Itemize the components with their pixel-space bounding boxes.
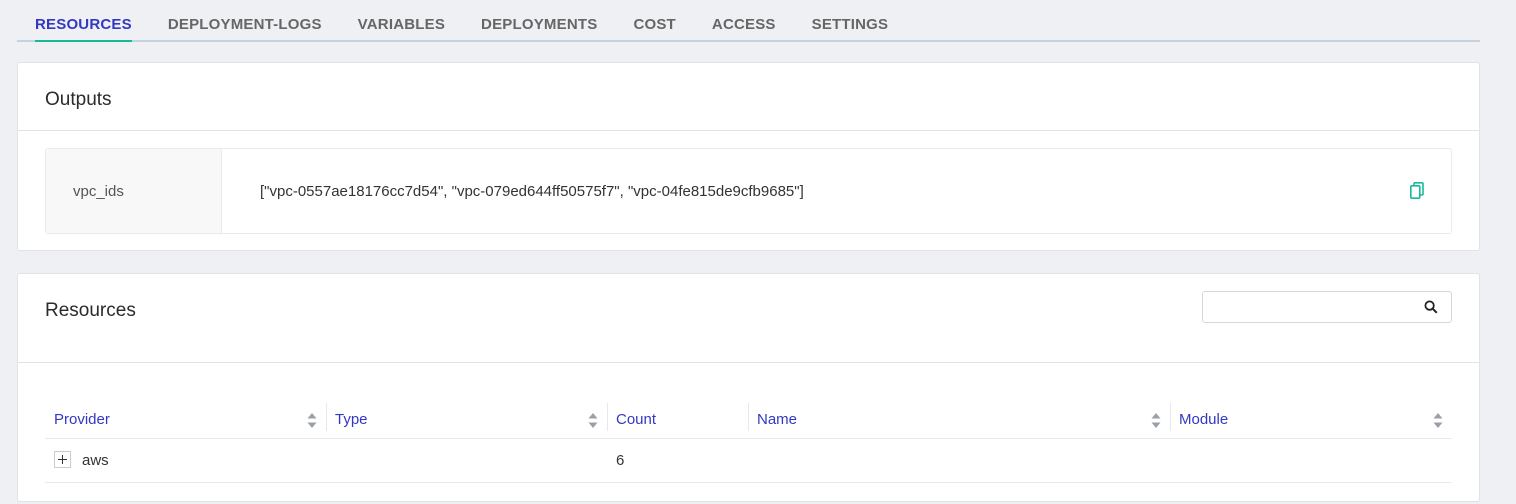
resources-table: Provider Type Count Name Module aws 6 — [45, 400, 1452, 483]
table-header: Provider Type Count Name Module — [45, 400, 1452, 439]
tab-variables[interactable]: VARIABLES — [340, 16, 463, 40]
search-input[interactable] — [1203, 292, 1413, 322]
outputs-card: Outputs vpc_ids ["vpc-0557ae18176cc7d54"… — [17, 62, 1480, 251]
cell-count: 6 — [616, 452, 625, 469]
cell-type — [326, 439, 607, 482]
search-box — [1202, 291, 1452, 323]
resources-header: Resources — [18, 274, 1479, 363]
tab-cost[interactable]: COST — [615, 16, 693, 40]
tab-deployments[interactable]: DEPLOYMENTS — [463, 16, 615, 40]
output-value: ["vpc-0557ae18176cc7d54", "vpc-079ed644f… — [260, 182, 804, 200]
tab-settings[interactable]: SETTINGS — [794, 16, 907, 40]
sort-icon[interactable] — [588, 412, 598, 429]
outputs-header: Outputs — [18, 63, 1479, 131]
column-header-count: Count — [607, 400, 748, 438]
tab-deployment-logs[interactable]: DEPLOYMENT-LOGS — [150, 16, 340, 40]
sort-icon[interactable] — [1151, 412, 1161, 429]
output-row: vpc_ids ["vpc-0557ae18176cc7d54", "vpc-0… — [45, 148, 1452, 234]
copy-icon[interactable] — [1410, 182, 1424, 199]
column-label: Name — [757, 410, 798, 428]
outputs-title: Outputs — [45, 89, 112, 110]
tab-bar: RESOURCES DEPLOYMENT-LOGS VARIABLES DEPL… — [17, 0, 1480, 42]
column-label: Provider — [54, 410, 110, 428]
provider-value: aws — [82, 452, 109, 469]
sort-icon[interactable] — [1433, 412, 1443, 429]
column-label: Count — [616, 410, 657, 428]
sort-icon[interactable] — [307, 412, 317, 429]
column-header-name[interactable]: Name — [748, 400, 1170, 438]
output-key: vpc_ids — [46, 149, 222, 233]
column-label: Type — [335, 410, 368, 428]
resources-title: Resources — [45, 300, 136, 321]
tab-resources[interactable]: RESOURCES — [17, 16, 150, 42]
cell-module — [1170, 439, 1452, 482]
column-header-module[interactable]: Module — [1170, 400, 1452, 438]
cell-name — [748, 439, 1170, 482]
column-label: Module — [1179, 410, 1229, 428]
cell-provider: aws — [45, 439, 326, 482]
expand-icon[interactable] — [54, 451, 71, 468]
tab-access[interactable]: ACCESS — [694, 16, 794, 40]
table-row: aws 6 — [45, 439, 1452, 483]
column-header-provider[interactable]: Provider — [45, 400, 326, 438]
column-header-type[interactable]: Type — [326, 400, 607, 438]
search-icon[interactable] — [1424, 300, 1438, 314]
resources-card: Resources Provider Type Count Name Modul… — [17, 273, 1480, 502]
